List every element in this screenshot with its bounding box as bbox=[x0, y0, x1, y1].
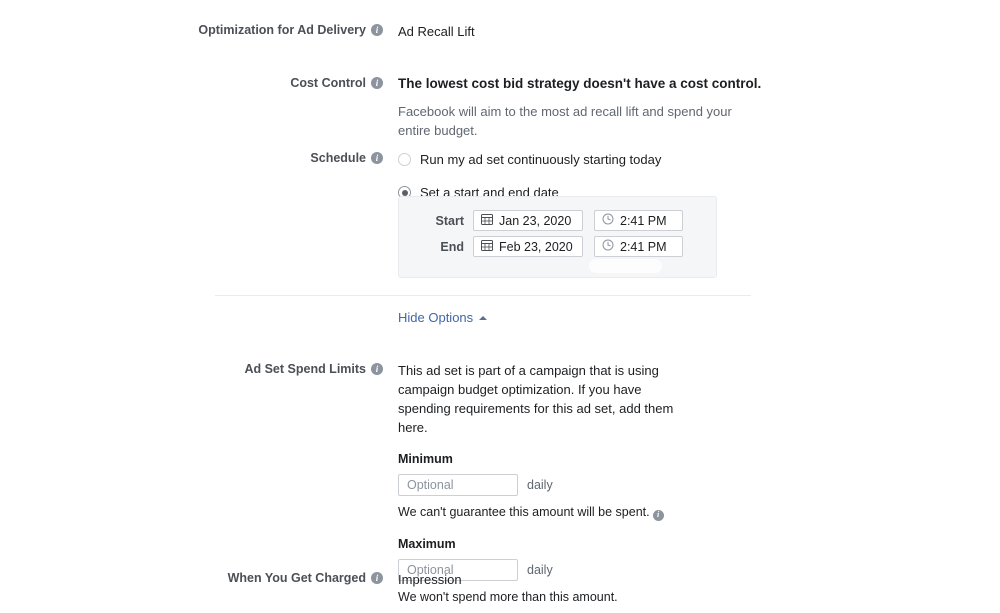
minimum-amount-row: daily bbox=[398, 474, 688, 496]
when-charged-value-group: Impression bbox=[383, 570, 462, 589]
info-icon[interactable]: i bbox=[371, 24, 383, 36]
when-charged-label-group: When You Get Charged i bbox=[215, 570, 383, 586]
optimization-value-group: Ad Recall Lift bbox=[383, 22, 475, 41]
schedule-start-row: Start Jan 23, 2020 2:41 PM bbox=[399, 210, 716, 231]
when-charged-value: Impression bbox=[398, 572, 462, 587]
minimum-hint-text: We can't guarantee this amount will be s… bbox=[398, 505, 650, 519]
schedule-date-panel: Start Jan 23, 2020 2:41 PM End Feb 23, 2… bbox=[398, 196, 717, 278]
end-date-input[interactable]: Feb 23, 2020 bbox=[473, 236, 583, 257]
info-icon[interactable]: i bbox=[371, 363, 383, 375]
spend-limits-label-group: Ad Set Spend Limits i bbox=[215, 361, 383, 377]
cost-control-description: Facebook will aim to the most ad recall … bbox=[398, 104, 732, 138]
minimum-amount-input[interactable] bbox=[398, 474, 518, 496]
cost-control-content: The lowest cost bid strategy doesn't hav… bbox=[383, 75, 761, 140]
minimum-hint: We can't guarantee this amount will be s… bbox=[398, 503, 688, 522]
end-date-value: Feb 23, 2020 bbox=[499, 239, 573, 254]
radio-continuous[interactable] bbox=[398, 153, 411, 166]
schedule-option-continuous-label: Run my ad set continuously starting toda… bbox=[420, 152, 662, 167]
minimum-label: Minimum bbox=[398, 452, 453, 466]
spend-limits-label: Ad Set Spend Limits bbox=[244, 362, 366, 376]
when-charged-label: When You Get Charged bbox=[227, 571, 366, 585]
start-time-input[interactable]: 2:41 PM bbox=[594, 210, 683, 231]
info-icon[interactable]: i bbox=[371, 572, 383, 584]
minimum-unit: daily bbox=[527, 477, 553, 492]
cost-control-label-group: Cost Control i bbox=[215, 75, 383, 91]
info-icon[interactable]: i bbox=[371, 77, 383, 89]
when-charged-row: When You Get Charged i Impression bbox=[215, 570, 462, 589]
start-time-value: 2:41 PM bbox=[620, 213, 667, 228]
ad-set-settings-page: Optimization for Ad Delivery i Ad Recall… bbox=[0, 0, 1000, 613]
end-time-input[interactable]: 2:41 PM bbox=[594, 236, 683, 257]
maximum-label: Maximum bbox=[398, 537, 456, 551]
info-icon[interactable]: i bbox=[371, 152, 383, 164]
optimization-label: Optimization for Ad Delivery bbox=[198, 23, 366, 37]
section-divider bbox=[215, 295, 751, 296]
optimization-row: Optimization for Ad Delivery i Ad Recall… bbox=[198, 22, 475, 41]
spend-limits-description: This ad set is part of a campaign that i… bbox=[398, 363, 674, 435]
caret-up-icon bbox=[479, 315, 488, 320]
end-label: End bbox=[440, 239, 464, 254]
cost-control-row: Cost Control i The lowest cost bid strat… bbox=[215, 75, 761, 140]
clock-icon bbox=[602, 239, 614, 254]
hide-options-label[interactable]: Hide Options bbox=[398, 310, 473, 325]
cost-control-headline: The lowest cost bid strategy doesn't hav… bbox=[398, 76, 762, 91]
schedule-label-group: Schedule i bbox=[215, 150, 383, 166]
info-icon[interactable]: i bbox=[652, 509, 664, 521]
clock-icon bbox=[602, 213, 614, 228]
calendar-icon bbox=[481, 239, 493, 254]
timezone-hint-placeholder bbox=[589, 259, 662, 273]
end-time-value: 2:41 PM bbox=[620, 239, 667, 254]
start-date-input[interactable]: Jan 23, 2020 bbox=[473, 210, 583, 231]
schedule-label: Schedule bbox=[310, 151, 366, 165]
maximum-hint: We won't spend more than this amount. bbox=[398, 588, 688, 607]
calendar-icon bbox=[481, 213, 493, 228]
maximum-unit: daily bbox=[527, 562, 553, 577]
start-date-value: Jan 23, 2020 bbox=[499, 213, 572, 228]
hide-options-toggle[interactable]: Hide Options bbox=[398, 310, 488, 325]
schedule-end-row: End Feb 23, 2020 2:41 PM bbox=[399, 236, 716, 257]
optimization-value: Ad Recall Lift bbox=[398, 24, 475, 39]
cost-control-label: Cost Control bbox=[290, 76, 366, 90]
start-label: Start bbox=[435, 213, 464, 228]
schedule-option-continuous[interactable]: Run my ad set continuously starting toda… bbox=[398, 150, 661, 169]
maximum-hint-text: We won't spend more than this amount. bbox=[398, 590, 618, 604]
optimization-label-group: Optimization for Ad Delivery i bbox=[198, 22, 383, 38]
